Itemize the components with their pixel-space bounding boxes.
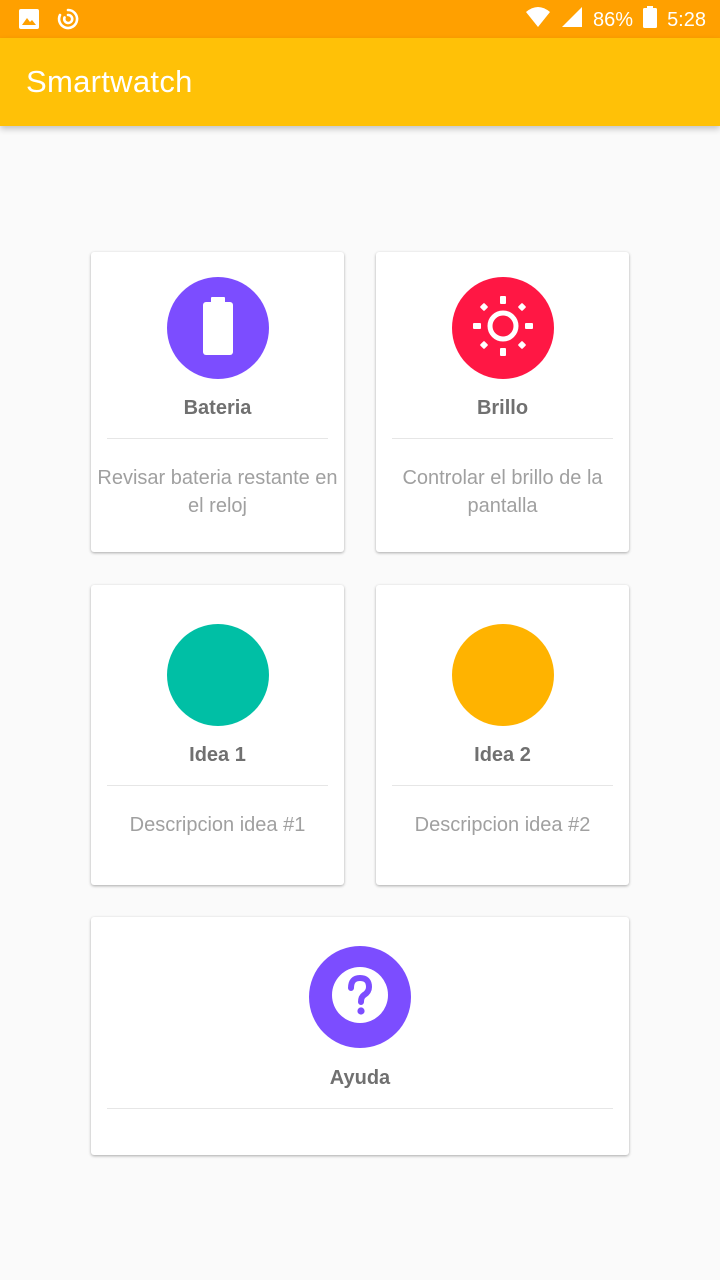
card-description: Revisar bateria restante en el reloj — [97, 467, 338, 517]
battery-circle — [166, 277, 269, 379]
brightness-circle — [451, 277, 554, 379]
clock: 5:28 — [667, 8, 706, 31]
card-divider — [107, 438, 328, 439]
help-icon — [331, 966, 389, 1029]
card-divider — [392, 785, 613, 786]
card-bateria[interactable]: Bateria Revisar bateria restante en el r… — [91, 252, 344, 552]
card-title: Brillo — [476, 397, 529, 419]
image-icon — [18, 8, 40, 35]
card-title: Ayuda — [329, 1067, 391, 1089]
card-title: Idea 2 — [474, 744, 531, 766]
card-description: Descripcion idea #1 — [129, 814, 306, 836]
card-brillo[interactable]: Brillo Controlar el brillo de la pantall… — [376, 252, 629, 552]
battery-percent: 86% — [593, 8, 634, 31]
card-description: Controlar el brillo de la pantalla — [402, 467, 603, 517]
card-ayuda[interactable]: Ayuda — [91, 917, 629, 1155]
help-circle — [309, 946, 411, 1048]
card-title: Bateria — [183, 397, 252, 419]
card-description: Descripcion idea #2 — [414, 814, 591, 836]
app-bar: Smartwatch — [0, 38, 720, 126]
card-divider — [107, 785, 328, 786]
idea-2-circle — [451, 624, 554, 726]
app-title: Smartwatch — [26, 64, 193, 99]
card-title: Idea 1 — [189, 744, 246, 766]
idea-1-circle — [166, 624, 269, 726]
status-bar: 86% 5:28 — [0, 0, 720, 38]
signal-icon — [561, 6, 583, 34]
card-idea-1[interactable]: Idea 1 Descripcion idea #1 — [91, 585, 344, 885]
card-idea-2[interactable]: Idea 2 Descripcion idea #2 — [376, 585, 629, 885]
battery-icon — [643, 6, 658, 34]
sync-icon — [56, 7, 80, 36]
brightness-icon — [470, 293, 536, 364]
card-divider — [107, 1108, 613, 1109]
card-divider — [392, 438, 613, 439]
wifi-icon — [525, 6, 551, 34]
battery-icon — [201, 296, 235, 360]
